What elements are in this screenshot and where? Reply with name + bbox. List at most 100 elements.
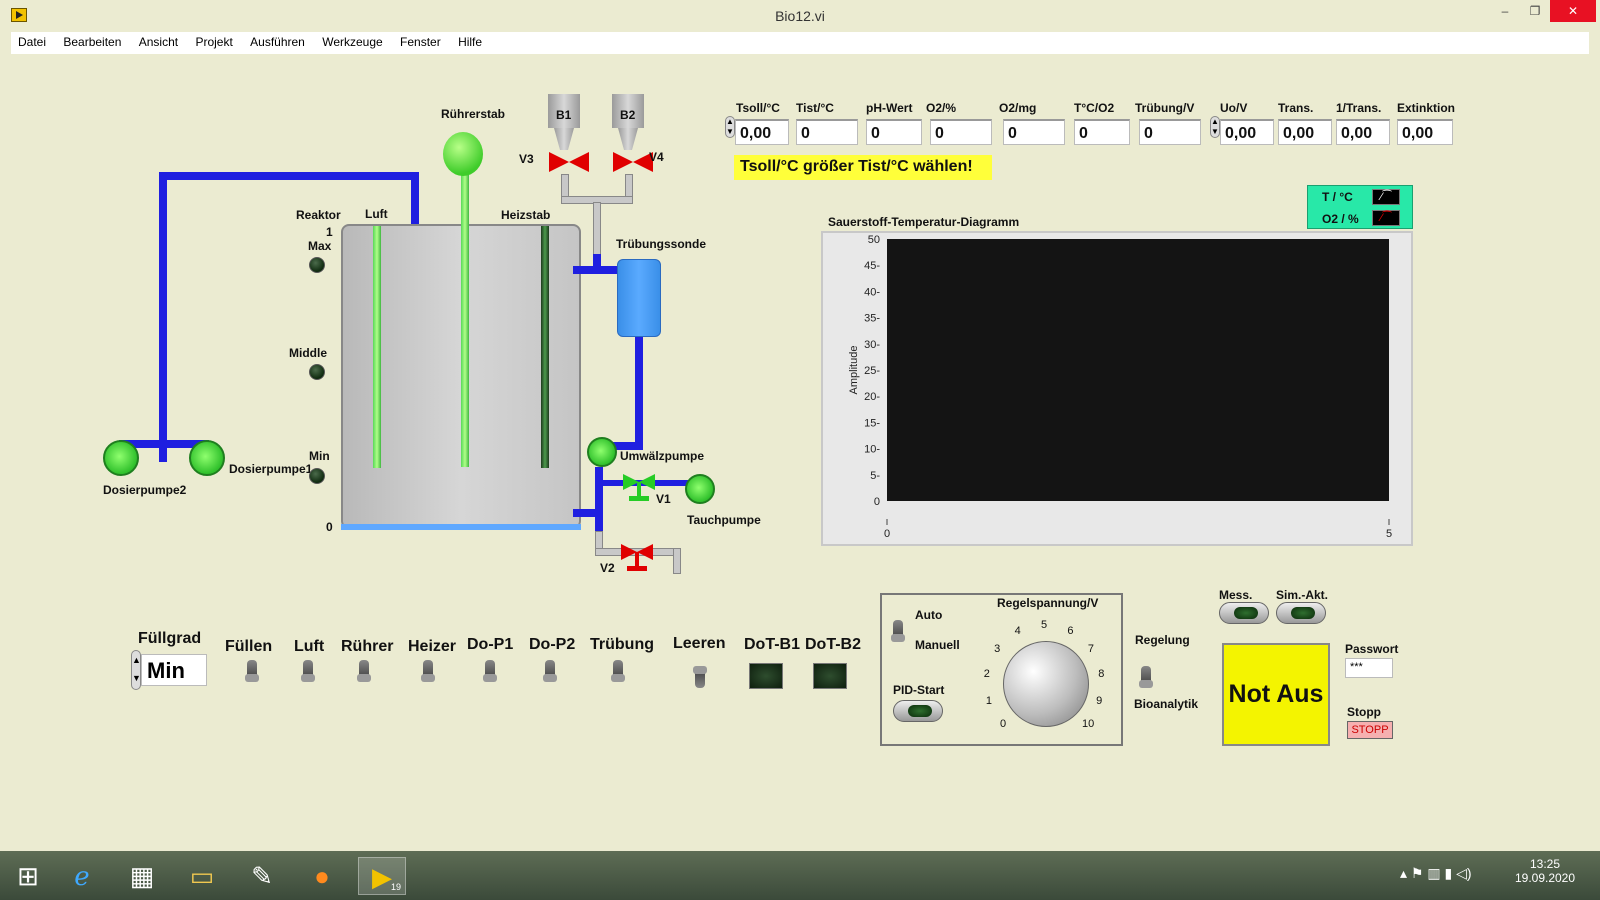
fuellgrad-select[interactable]: Min	[141, 654, 207, 686]
y-tick-label: 40-	[864, 286, 880, 298]
x-tick-label: 5	[1386, 528, 1392, 540]
truebungssonde-probe	[617, 259, 661, 337]
readout-uo-label: Uo/V	[1220, 101, 1248, 115]
menu-ansicht[interactable]: Ansicht	[132, 32, 185, 52]
menu-ausfuehren[interactable]: Ausführen	[243, 32, 312, 52]
calculator-icon[interactable]: ▦	[118, 857, 166, 895]
o2-pct-field: 0	[930, 119, 992, 145]
y-tick-label: 35-	[864, 313, 880, 325]
auto-manuell-switch[interactable]	[891, 620, 905, 642]
uo-field[interactable]: 0,00	[1220, 119, 1274, 145]
regelung-switch[interactable]	[1139, 666, 1153, 688]
blue-pipe-probe-down	[635, 337, 643, 447]
dosierpumpe1-pump[interactable]	[189, 440, 225, 476]
pid-start-button[interactable]	[893, 700, 943, 722]
not-aus-button[interactable]: Not Aus	[1222, 643, 1330, 746]
v2-valve[interactable]	[619, 542, 659, 578]
menu-hilfe[interactable]: Hilfe	[451, 32, 489, 52]
blue-pipe-reactor-bottom	[573, 509, 603, 517]
title-bar: Bio12.vi – ❐ ✕	[0, 0, 1600, 32]
menu-fenster[interactable]: Fenster	[393, 32, 448, 52]
paint-icon[interactable]: ✎	[238, 857, 286, 895]
y-tick-label: 50	[868, 234, 880, 246]
luft-label: Luft	[365, 207, 388, 221]
menu-projekt[interactable]: Projekt	[188, 32, 239, 52]
maximize-button[interactable]: ❐	[1520, 0, 1550, 22]
luft-switch[interactable]	[301, 660, 315, 682]
menu-datei[interactable]: Datei	[11, 32, 53, 52]
taskbar: ⊞ ℯ ▦ ▭ ✎ ● ▶ 19 ▴ ⚑ ▥ ▮ ◁) 13:25 19.09.2…	[0, 851, 1600, 900]
dial-label: 9	[1096, 694, 1103, 707]
dotb1-button[interactable]	[749, 663, 783, 689]
passwort-field[interactable]: ***	[1345, 658, 1393, 678]
blue-pipe-pump-down	[595, 467, 603, 531]
umwaelzpumpe-pump[interactable]	[587, 437, 617, 467]
y-tick-label: 0	[874, 496, 880, 508]
dosierpumpe1-label: Dosierpumpe1	[229, 462, 313, 476]
tsoll-stepper[interactable]: ▲ ▼	[725, 116, 735, 138]
dop1-switch[interactable]	[483, 660, 497, 682]
ruehrer-label: Rührer	[341, 638, 394, 655]
manuell-label: Manuell	[915, 638, 960, 652]
dop2-switch[interactable]	[543, 660, 557, 682]
dial-label: 3	[994, 642, 1001, 655]
uo-stepper[interactable]: ▲ ▼	[1210, 116, 1220, 138]
readout-ph-label: pH-Wert	[866, 101, 913, 115]
truebung-field: 0	[1139, 119, 1201, 145]
leeren-switch[interactable]	[695, 666, 705, 688]
front-panel: Dosierpumpe2 Dosierpumpe1 Reaktor Luft H…	[11, 54, 1589, 851]
legend-t-swatch[interactable]: ⁄⁀	[1372, 189, 1400, 205]
y-tick-label: 25-	[864, 365, 880, 377]
dop2-label: Do-P2	[529, 636, 576, 653]
windows-start-icon[interactable]: ⊞	[4, 857, 52, 895]
minimize-button[interactable]: –	[1490, 0, 1520, 22]
y-tick-label: 30-	[864, 339, 880, 351]
internet-explorer-icon[interactable]: ℯ	[58, 857, 106, 895]
legend-o2-swatch[interactable]: ⁄⁀	[1372, 210, 1400, 226]
truebung-switch[interactable]	[611, 660, 625, 682]
warning-message: Tsoll/°C größer Tist/°C wählen!	[734, 155, 992, 180]
extinktion-field: 0,00	[1397, 119, 1453, 145]
tank-liquid	[341, 524, 581, 530]
menu-werkzeuge[interactable]: Werkzeuge	[315, 32, 389, 52]
dop1-label: Do-P1	[467, 636, 514, 653]
luft-tube	[373, 226, 381, 468]
v3-v4-valves[interactable]	[541, 144, 661, 184]
leeren-label: Leeren	[673, 635, 726, 652]
fuellgrad-stepper[interactable]: ▲ ▼	[131, 650, 141, 690]
file-explorer-icon[interactable]: ▭	[178, 857, 226, 895]
menu-bearbeiten[interactable]: Bearbeiten	[56, 32, 128, 52]
blue-pipe-left	[159, 172, 167, 462]
heizstab-label: Heizstab	[501, 208, 551, 222]
ruehrer-motor[interactable]	[443, 132, 483, 176]
v1-valve[interactable]	[621, 472, 661, 508]
sim-button[interactable]	[1276, 602, 1326, 624]
ruehrerstab-shaft	[461, 172, 469, 467]
tsoll-field[interactable]: 0,00	[735, 119, 789, 145]
y-axis-label: Amplitude	[848, 346, 860, 395]
mess-button[interactable]	[1219, 602, 1269, 624]
level-middle-led	[309, 364, 325, 380]
readout-truebung-label: Trübung/V	[1135, 101, 1195, 115]
o2-mg-field: 0	[1003, 119, 1065, 145]
dotb2-button[interactable]	[813, 663, 847, 689]
readout-trans-label: Trans.	[1278, 101, 1314, 115]
fuellen-switch[interactable]	[245, 660, 259, 682]
close-button[interactable]: ✕	[1550, 0, 1596, 22]
level-min-label: Min	[309, 449, 330, 463]
labview-taskbar-icon[interactable]: ▶ 19	[358, 857, 406, 895]
y-tick-label: 15-	[864, 417, 880, 429]
dosierpumpe2-pump[interactable]	[103, 440, 139, 476]
plot-area	[887, 239, 1389, 501]
chart-legend: T / °C ⁄⁀ O2 / % ⁄⁀	[1307, 185, 1413, 229]
firefox-icon[interactable]: ●	[298, 857, 346, 895]
stopp-button[interactable]: STOPP	[1347, 721, 1393, 739]
regelspannung-knob[interactable]	[1003, 641, 1089, 727]
tauchpumpe-label: Tauchpumpe	[687, 513, 761, 527]
tauchpumpe-pump[interactable]	[685, 474, 715, 504]
heizer-switch[interactable]	[421, 660, 435, 682]
ruehrer-switch[interactable]	[357, 660, 371, 682]
tray-icons[interactable]: ▴ ⚑ ▥ ▮ ◁)	[1400, 865, 1472, 882]
chart-plot: 0 5- 10- 15- 20- 25- 30- 35- 40- 45- 50 0 5 Amplitude	[848, 234, 1392, 540]
clock[interactable]: 13:25 19.09.2020	[1510, 857, 1580, 885]
